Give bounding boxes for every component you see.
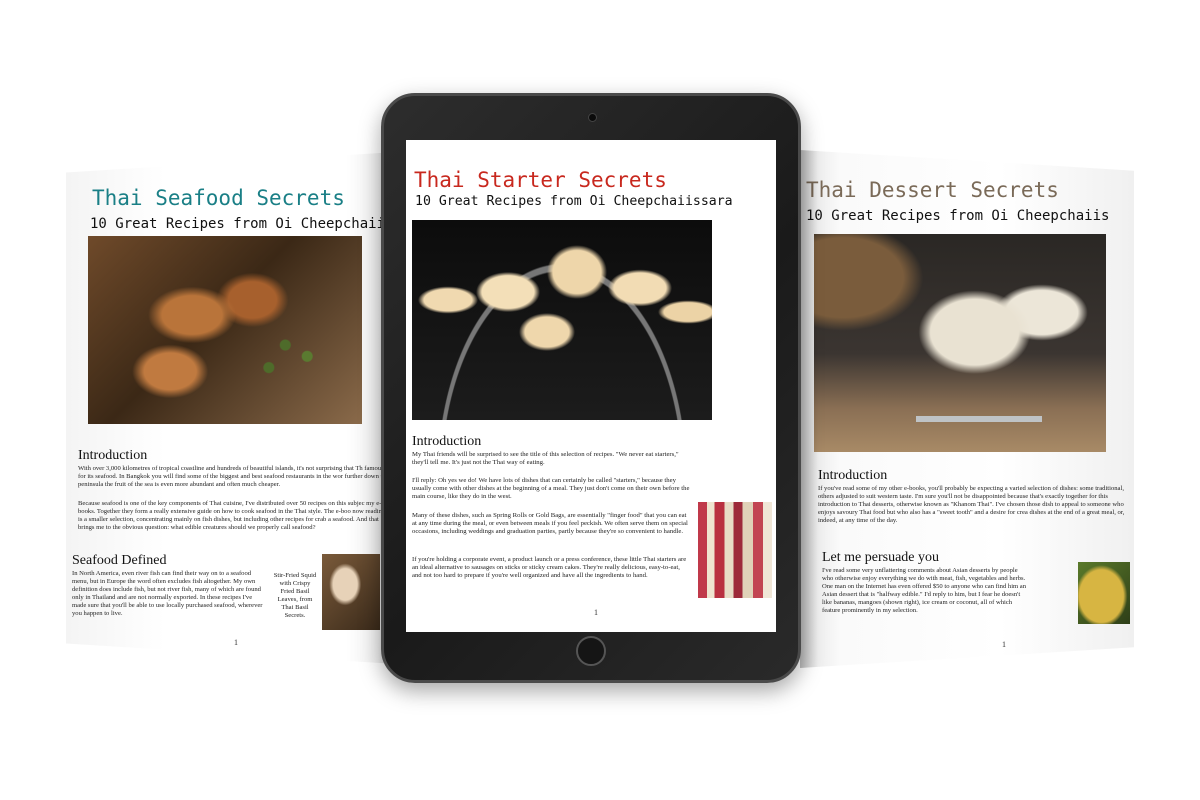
seafood-section-text: In North America, even river fish can fi… bbox=[72, 570, 263, 618]
starter-para-3: Many of these dishes, such as Spring Rol… bbox=[412, 512, 688, 536]
starter-title: Thai Starter Secrets bbox=[414, 168, 667, 192]
dessert-subtitle: 10 Great Recipes from Oi Cheepchaiis bbox=[806, 208, 1110, 224]
tablet-camera bbox=[587, 113, 597, 122]
seafood-ebook-cover: Thai Seafood Secrets 10 Great Recipes fr… bbox=[66, 152, 396, 664]
starter-para-1: My Thai friends will be surprised to see… bbox=[412, 451, 679, 467]
starter-page-number: 1 bbox=[594, 608, 598, 617]
seafood-page-number: 1 bbox=[234, 638, 238, 647]
seafood-intro-heading: Introduction bbox=[78, 448, 148, 463]
seafood-dish-photo bbox=[88, 236, 362, 424]
tablet-device: Thai Starter Secrets 10 Great Recipes fr… bbox=[381, 93, 801, 683]
seafood-intro-text-2: Because seafood is one of the key compon… bbox=[78, 500, 386, 532]
tablet-home-button[interactable] bbox=[576, 636, 606, 666]
seafood-title: Thai Seafood Secrets bbox=[92, 186, 345, 210]
dessert-page-number: 1 bbox=[1002, 640, 1006, 649]
dessert-title: Thai Dessert Secrets bbox=[806, 178, 1059, 202]
seafood-photo-caption: Stir-Fried Squid with Crispy Fried Basil… bbox=[273, 572, 317, 620]
squid-dish-photo bbox=[322, 554, 380, 630]
starter-para-2: I'll reply: Oh yes we do! We have lots o… bbox=[412, 477, 690, 501]
seafood-section-heading: Seafood Defined bbox=[72, 553, 167, 568]
dessert-section-text: I've read some very unflattering comment… bbox=[822, 567, 1027, 615]
gold-bags-photo bbox=[412, 220, 712, 420]
dessert-section-heading: Let me persuade you bbox=[822, 550, 940, 565]
tablet-screen: Thai Starter Secrets 10 Great Recipes fr… bbox=[406, 140, 776, 632]
dessert-intro-text: If you've read some of my other e-books,… bbox=[818, 485, 1125, 525]
dessert-ebook-cover: Thai Dessert Secrets 10 Great Recipes fr… bbox=[800, 150, 1134, 668]
dessert-ice-cream-photo bbox=[814, 234, 1106, 452]
starter-para-4: If you're holding a corporate event, a p… bbox=[412, 556, 687, 580]
starter-subtitle: 10 Great Recipes from Oi Cheepchaiissara bbox=[415, 194, 733, 209]
seafood-subtitle: 10 Great Recipes from Oi Cheepchaiis bbox=[90, 216, 394, 232]
spring-roll-photo bbox=[698, 502, 772, 598]
starter-intro-heading: Introduction bbox=[412, 434, 482, 449]
product-mockup: Thai Seafood Secrets 10 Great Recipes fr… bbox=[0, 0, 1200, 800]
seafood-intro-text: With over 3,000 kilometres of tropical c… bbox=[78, 465, 389, 489]
mango-photo bbox=[1078, 562, 1130, 624]
dessert-intro-heading: Introduction bbox=[818, 468, 888, 483]
right-book-edge-shadow bbox=[800, 150, 818, 668]
